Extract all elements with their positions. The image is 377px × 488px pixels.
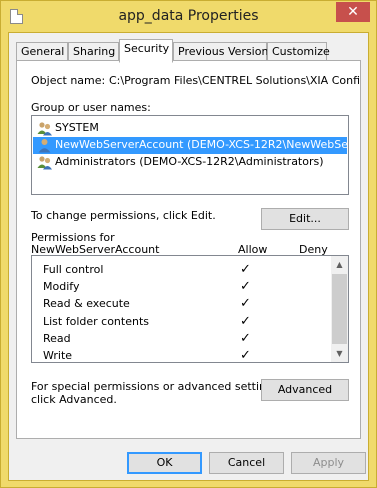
permission-name: Read	[43, 332, 71, 345]
close-button[interactable]: ✕	[336, 2, 370, 22]
permissions-list[interactable]: Full control ✓ Modify ✓ Read & execute ✓…	[31, 255, 349, 363]
group-icon	[37, 122, 52, 136]
scroll-up-icon[interactable]: ▲	[331, 256, 348, 273]
group-item-label: Administrators (DEMO-XCS-12R2\Administra…	[55, 155, 324, 168]
ok-button-label: OK	[156, 456, 173, 469]
permission-name: Full control	[43, 263, 104, 276]
tab-sharing[interactable]: Sharing	[68, 42, 119, 62]
permission-row: List folder contents ✓	[32, 313, 332, 330]
permission-name: Write	[43, 349, 73, 362]
permission-name: Read & execute	[43, 297, 130, 310]
group-icon	[37, 156, 52, 170]
advanced-button-label: Advanced	[277, 383, 333, 396]
allow-check-icon: ✓	[240, 279, 251, 294]
cancel-button[interactable]: Cancel	[209, 452, 284, 474]
edit-button-label: Edit...	[289, 212, 321, 225]
group-item-newwebserveraccount[interactable]: NewWebServerAccount (DEMO-XCS-12R2\NewWe…	[33, 137, 347, 154]
dialog-client-area: General Sharing Security Previous Versio…	[8, 32, 369, 481]
group-item-system[interactable]: SYSTEM	[33, 120, 347, 137]
tab-general[interactable]: General	[16, 42, 68, 62]
edit-button[interactable]: Edit...	[261, 208, 349, 230]
permission-row: Write ✓	[32, 347, 332, 363]
allow-check-icon: ✓	[240, 348, 251, 363]
special-permissions-text-2: click Advanced.	[31, 393, 117, 406]
title-bar[interactable]: app_data Properties ✕	[1, 1, 376, 33]
window-title: app_data Properties	[118, 8, 259, 24]
groups-label: Group or user names:	[31, 101, 151, 114]
group-item-label: SYSTEM	[55, 121, 99, 134]
group-item-administrators[interactable]: Administrators (DEMO-XCS-12R2\Administra…	[33, 154, 347, 171]
apply-button[interactable]: Apply	[291, 452, 366, 474]
group-item-label: NewWebServerAccount (DEMO-XCS-12R2\NewWe…	[55, 138, 347, 151]
apply-button-label: Apply	[312, 456, 345, 469]
permission-name: List folder contents	[43, 315, 149, 328]
ok-button[interactable]: OK	[127, 452, 202, 474]
tab-security[interactable]: Security	[119, 39, 173, 63]
permission-row: Full control ✓	[32, 261, 332, 278]
properties-window: app_data Properties ✕ General Sharing Se…	[0, 0, 377, 488]
user-icon	[38, 139, 51, 153]
allow-check-icon: ✓	[240, 331, 251, 346]
allow-check-icon: ✓	[240, 296, 251, 311]
scroll-down-icon[interactable]: ▼	[331, 345, 348, 362]
special-permissions-text-1: For special permissions or advanced sett…	[31, 380, 283, 393]
cancel-button-label: Cancel	[227, 456, 266, 469]
permission-name: Modify	[43, 280, 80, 293]
groups-listbox[interactable]: SYSTEM NewWebServerAccount (DEMO-XCS-12R…	[31, 115, 349, 195]
permission-row: Read & execute ✓	[32, 295, 332, 312]
object-name-label: Object name:	[31, 74, 106, 87]
advanced-button[interactable]: Advanced	[261, 379, 349, 401]
allow-check-icon: ✓	[240, 314, 251, 329]
permissions-scrollbar[interactable]: ▲ ▼	[331, 256, 348, 362]
tab-previous-versions[interactable]: Previous Versions	[173, 42, 274, 62]
object-name-value: C:\Program Files\CENTREL Solutions\XIA C…	[109, 74, 359, 87]
scroll-thumb[interactable]	[332, 274, 347, 344]
permission-row: Modify ✓	[32, 278, 332, 295]
security-panel: Object name: C:\Program Files\CENTREL So…	[16, 60, 361, 439]
change-permissions-text: To change permissions, click Edit.	[31, 209, 216, 222]
allow-check-icon: ✓	[240, 262, 251, 277]
permission-row: Read ✓	[32, 330, 332, 347]
tab-customize[interactable]: Customize	[267, 42, 330, 62]
